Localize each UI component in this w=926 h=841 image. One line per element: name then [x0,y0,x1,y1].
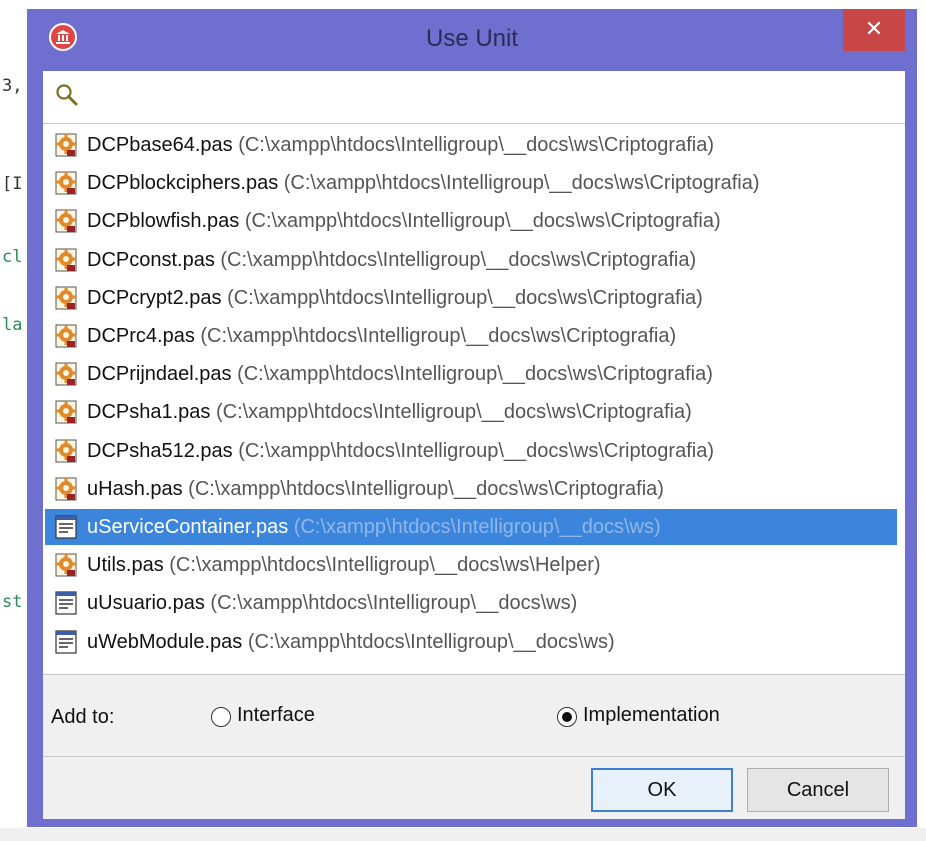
unit-name: DCPrijndael.pas (C:\xampp\htdocs\Intelli… [87,363,713,386]
unit-path: (C:\xampp\htdocs\Intelligroup\__docs\ws) [293,516,661,538]
use-unit-dialog: Use Unit ✕ DCPbase64.pas (C:\xampp\htdoc… [27,9,917,827]
unit-list-item[interactable]: uServiceContainer.pas (C:\xampp\htdocs\I… [45,509,897,545]
unit-name: DCPconst.pas (C:\xampp\htdocs\Intelligro… [87,248,697,271]
component-unit-icon [53,170,79,196]
unit-path: (C:\xampp\htdocs\Intelligroup\__docs\ws\… [237,363,713,386]
unit-path: (C:\xampp\htdocs\Intelligroup\__docs\ws\… [238,134,714,156]
search-bar [43,71,905,124]
unit-list-item[interactable]: DCPblowfish.pas (C:\xampp\htdocs\Intelli… [45,203,897,239]
form-unit-icon [53,514,79,540]
close-icon: ✕ [864,17,884,42]
component-unit-icon [53,552,79,578]
component-unit-icon [53,323,79,349]
unit-path: (C:\xampp\htdocs\Intelligroup\__docs\ws\… [227,286,703,309]
unit-name: DCPblockciphers.pas (C:\xampp\htdocs\Int… [87,172,760,195]
unit-list[interactable]: DCPbase64.pas (C:\xampp\htdocs\Intelligr… [43,124,905,675]
dialog-title: Use Unit [425,25,519,52]
unit-path: (C:\xampp\htdocs\Intelligroup\__docs\ws\… [188,477,664,500]
unit-name: uHash.pas (C:\xampp\htdocs\Intelligroup\… [87,477,664,500]
unit-name: DCPcrypt2.pas (C:\xampp\htdocs\Intelligr… [87,286,703,309]
unit-name: DCPsha512.pas (C:\xampp\htdocs\Intelligr… [87,439,714,462]
unit-path: (C:\xampp\htdocs\Intelligroup\__docs\ws\… [169,554,601,577]
component-unit-icon [53,399,79,425]
unit-list-item[interactable]: DCPrijndael.pas (C:\xampp\htdocs\Intelli… [45,356,897,392]
unit-path: (C:\xampp\htdocs\Intelligroup\__docs\ws) [247,630,615,653]
close-button[interactable]: ✕ [843,9,905,51]
unit-path: (C:\xampp\htdocs\Intelligroup\__docs\ws\… [244,210,721,233]
unit-list-item[interactable]: DCPsha1.pas (C:\xampp\htdocs\Intelligrou… [45,394,897,430]
component-unit-icon [53,132,79,158]
search-icon [55,83,79,111]
unit-list-item[interactable]: DCPblockciphers.pas (C:\xampp\htdocs\Int… [45,165,897,201]
code-fragment: 3, [2,76,23,96]
unit-list-item[interactable]: Utils.pas (C:\xampp\htdocs\Intelligroup\… [45,547,897,583]
unit-list-item[interactable]: DCPrc4.pas (C:\xampp\htdocs\Intelligroup… [45,318,897,354]
unit-path: (C:\xampp\htdocs\Intelligroup\__docs\ws\… [215,401,692,424]
component-unit-icon [53,247,79,273]
form-unit-icon [53,590,79,616]
unit-list-item[interactable]: DCPsha512.pas (C:\xampp\htdocs\Intelligr… [45,433,897,469]
component-unit-icon [53,285,79,311]
implementation-radio[interactable]: Implementation [557,704,767,734]
status-strip [0,828,926,841]
add-to-label: Add to: [51,706,115,728]
component-unit-icon [53,476,79,502]
radio-circle[interactable] [557,707,577,727]
unit-list-item[interactable]: DCPbase64.pas (C:\xampp\htdocs\Intelligr… [45,127,897,163]
divider [43,756,905,757]
unit-name: uServiceContainer.pas (C:\xampp\htdocs\I… [87,516,661,538]
implementation-radio-label[interactable]: Implementation [583,704,720,727]
code-fragment: st [2,592,23,612]
unit-name: DCPbase64.pas (C:\xampp\htdocs\Intelligr… [87,134,714,156]
unit-path: (C:\xampp\htdocs\Intelligroup\__docs\ws) [210,592,578,615]
unit-name: Utils.pas (C:\xampp\htdocs\Intelligroup\… [87,554,601,577]
radio-circle[interactable] [211,707,231,727]
unit-list-item[interactable]: uHash.pas (C:\xampp\htdocs\Intelligroup\… [45,471,897,507]
unit-name: DCPsha1.pas (C:\xampp\htdocs\Intelligrou… [87,401,692,424]
unit-name: DCPrc4.pas (C:\xampp\htdocs\Intelligroup… [87,325,677,347]
unit-list-item[interactable]: uWebModule.pas (C:\xampp\htdocs\Intellig… [45,624,897,660]
component-unit-icon [53,208,79,234]
title-bar[interactable]: Use Unit ✕ [27,9,917,71]
code-fragment: [I [2,174,23,194]
ok-button[interactable]: OK [591,768,733,812]
interface-radio-label[interactable]: Interface [237,704,315,727]
add-to-group: Add to: Interface Implementation [43,676,905,756]
unit-list-item[interactable]: DCPconst.pas (C:\xampp\htdocs\Intelligro… [45,242,897,278]
component-unit-icon [53,361,79,387]
code-fragment: cl [2,247,23,267]
unit-list-item[interactable]: uUsuario.pas (C:\xampp\htdocs\Intelligro… [45,585,897,621]
unit-name: DCPblowfish.pas (C:\xampp\htdocs\Intelli… [87,210,721,233]
cancel-button[interactable]: Cancel [747,768,889,812]
unit-path: (C:\xampp\htdocs\Intelligroup\__docs\ws\… [283,172,760,195]
unit-list-item[interactable]: DCPcrypt2.pas (C:\xampp\htdocs\Intelligr… [45,280,897,316]
unit-name: uUsuario.pas (C:\xampp\htdocs\Intelligro… [87,592,578,615]
interface-radio[interactable]: Interface [211,704,361,734]
unit-path: (C:\xampp\htdocs\Intelligroup\__docs\ws\… [200,325,677,347]
radio-dot [562,712,572,722]
code-fragment: la [2,315,23,335]
component-unit-icon [53,438,79,464]
unit-path: (C:\xampp\htdocs\Intelligroup\__docs\ws\… [238,439,714,462]
form-unit-icon [53,629,79,655]
search-input[interactable] [83,81,887,113]
unit-name: uWebModule.pas (C:\xampp\htdocs\Intellig… [87,630,615,653]
dialog-client-area: DCPbase64.pas (C:\xampp\htdocs\Intelligr… [43,71,905,819]
unit-path: (C:\xampp\htdocs\Intelligroup\__docs\ws\… [220,248,697,271]
